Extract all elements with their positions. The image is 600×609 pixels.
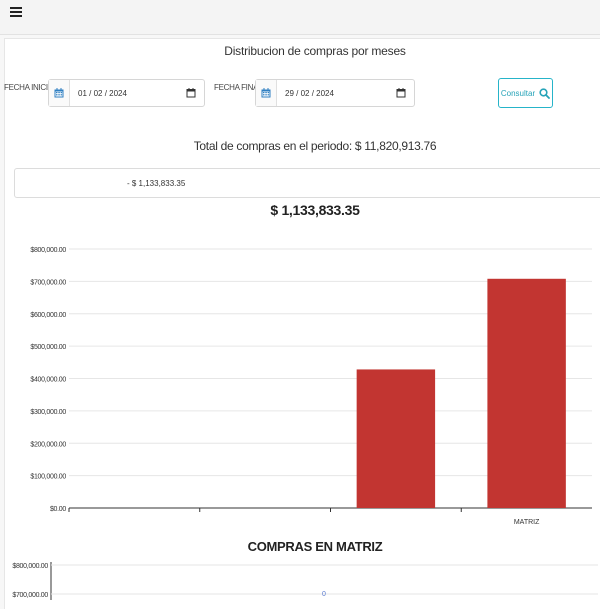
fecha-inicial-input[interactable]: 01 / 02 / 2024 [48,79,205,107]
top-bar [0,0,600,35]
consultar-button[interactable]: Consultar [498,78,553,108]
fecha-final-value: 29 / 02 / 2024 [285,88,334,98]
branch-select-value: - $ 1,133,833.35 [127,179,186,188]
y-tick-label: $700,000.00 [30,279,66,286]
data-point-label: 0 [322,591,326,598]
y-tick-label: $700,000.00 [12,592,48,599]
y-tick-label: $800,000.00 [12,563,48,570]
search-icon [539,87,551,99]
bar[interactable] [487,278,566,508]
line-chart: $800,000.00 $700,000.00 0 [12,562,598,600]
x-tick-label: MATRIZ [514,519,540,526]
total-compras-text: Total de compras en el periodo: $ 11,820… [193,139,437,153]
y-tick-label: $100,000.00 [30,474,66,481]
y-tick-label: $800,000.00 [30,247,66,254]
branch-select[interactable]: - $ 1,133,833.35 [14,168,600,198]
y-tick-label: $0.00 [50,506,66,513]
hamburger-icon[interactable] [10,5,22,19]
second-chart-title: COMPRAS EN MATRIZ [247,539,383,554]
calendar-icon [256,80,277,106]
chart-title: $ 1,133,833.35 [270,202,360,218]
page-title: Distribucion de compras por meses [224,44,406,58]
y-tick-label: $300,000.00 [30,409,66,416]
calendar-picker-icon[interactable] [186,88,196,98]
consultar-label: Consultar [500,88,536,98]
bar[interactable] [356,369,436,508]
y-tick-label: $400,000.00 [30,377,66,384]
y-tick-label: $500,000.00 [30,344,66,351]
y-tick-label: $600,000.00 [30,312,66,319]
y-tick-label: $200,000.00 [30,441,66,448]
fecha-inicial-value: 01 / 02 / 2024 [78,88,127,98]
calendar-icon [49,80,70,106]
bar-chart: $0.00 $100,000.00 $200,000.00 $300,000.00 $4… [30,247,592,526]
fecha-final-input[interactable]: 29 / 02 / 2024 [255,79,415,107]
calendar-picker-icon[interactable] [396,88,406,98]
